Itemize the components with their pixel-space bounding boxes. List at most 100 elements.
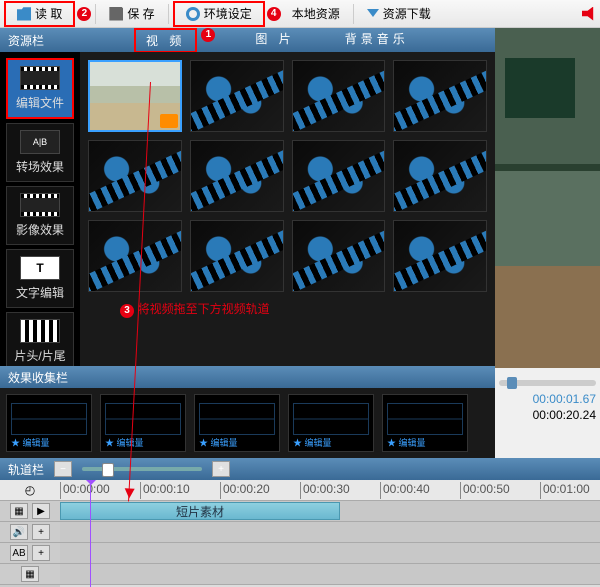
reel-icon xyxy=(293,141,385,211)
preview-total-time: 00:00:20.24 xyxy=(533,408,596,422)
effect-collect-header: 效果收集栏 xyxy=(0,366,495,388)
reel-icon xyxy=(293,221,385,291)
tab-video[interactable]: 视 频 xyxy=(134,28,197,53)
thumbnail-item[interactable] xyxy=(88,60,182,132)
time-ruler[interactable]: 00:00:00 00:00:10 00:00:20 00:00:30 00:0… xyxy=(60,480,600,501)
save-button[interactable]: 保 存 xyxy=(100,3,163,25)
thumbnail-item[interactable] xyxy=(292,220,386,292)
folder-icon xyxy=(17,7,31,21)
collect-item[interactable] xyxy=(382,394,468,452)
zoom-in-button[interactable]: + xyxy=(212,461,230,477)
read-button-highlight: 读 取 xyxy=(4,1,75,27)
main-toolbar: 读 取 2 保 存 环境设定 4 本地资源 资源下载 xyxy=(0,0,600,28)
film-icon xyxy=(20,66,60,90)
thumbnail-item[interactable] xyxy=(393,140,487,212)
tab-bgm[interactable]: 背景音乐 xyxy=(335,28,419,53)
text-track[interactable] xyxy=(60,543,600,564)
read-button[interactable]: 读 取 xyxy=(8,3,71,25)
separator xyxy=(168,4,169,24)
collect-item[interactable] xyxy=(100,394,186,452)
reel-icon xyxy=(394,141,486,211)
thumbnail-item[interactable] xyxy=(393,60,487,132)
play-icon[interactable]: ▶ xyxy=(32,503,50,519)
thumbnail-item[interactable] xyxy=(393,220,487,292)
text-icon: T xyxy=(20,256,60,280)
thumbnail-item[interactable] xyxy=(292,60,386,132)
speaker-icon[interactable] xyxy=(582,7,596,21)
sidebar-item-video-effect[interactable]: 影像效果 xyxy=(6,186,74,245)
download-button[interactable]: 资源下载 xyxy=(358,3,440,25)
tick: 00:01:00 xyxy=(540,482,590,499)
collect-item[interactable] xyxy=(6,394,92,452)
extra-track-icon[interactable]: ▦ xyxy=(21,566,39,582)
wave-icon xyxy=(293,403,369,435)
badge-2: 2 xyxy=(77,7,91,21)
thumbnail-item[interactable] xyxy=(88,220,182,292)
collect-item[interactable] xyxy=(288,394,374,452)
sidebar-label: 片头/片尾 xyxy=(14,347,65,364)
extra-track[interactable] xyxy=(60,564,600,585)
tick: 00:00:40 xyxy=(380,482,430,499)
zoom-out-button[interactable]: − xyxy=(54,461,72,477)
download-label: 资源下载 xyxy=(383,5,431,22)
reel-icon xyxy=(191,141,283,211)
env-settings-button[interactable]: 环境设定 xyxy=(177,3,261,25)
sidebar-label: 影像效果 xyxy=(16,221,64,238)
local-resource-button[interactable]: 本地资源 xyxy=(283,3,349,25)
thumbnail-item[interactable] xyxy=(190,140,284,212)
tick: 00:00:30 xyxy=(300,482,350,499)
video-track[interactable]: 短片素材 xyxy=(60,501,600,522)
collect-title: 效果收集栏 xyxy=(8,369,68,386)
tab-image[interactable]: 图 片 xyxy=(245,28,304,53)
zoom-slider[interactable] xyxy=(82,467,202,471)
separator xyxy=(95,4,96,24)
add-icon[interactable]: + xyxy=(32,545,50,561)
preview-controls: 00:00:01.67 00:00:20.24 xyxy=(495,368,600,458)
thumbnail-item[interactable] xyxy=(88,140,182,212)
env-label: 环境设定 xyxy=(204,5,252,22)
separator xyxy=(353,4,354,24)
reel-icon xyxy=(394,221,486,291)
wave-icon xyxy=(105,403,181,435)
thumbnail-item[interactable] xyxy=(190,220,284,292)
env-button-highlight: 环境设定 xyxy=(173,1,265,27)
sidebar-label: 文字编辑 xyxy=(16,284,64,301)
resource-title: 资源栏 xyxy=(8,32,44,49)
camera-icon xyxy=(160,114,178,128)
text-track-icon[interactable]: AB xyxy=(10,545,28,561)
video-clip[interactable]: 短片素材 xyxy=(60,502,340,520)
sidebar-item-transition[interactable]: A|B 转场效果 xyxy=(6,123,74,182)
video-track-icon[interactable]: ▦ xyxy=(10,503,28,519)
video-track-label: ▦▶ xyxy=(0,501,60,522)
gear-icon xyxy=(186,7,200,21)
reel-icon xyxy=(89,141,181,211)
effect-icon xyxy=(20,193,60,217)
wave-icon xyxy=(199,403,275,435)
track-area[interactable]: 00:00:00 00:00:10 00:00:20 00:00:30 00:0… xyxy=(60,480,600,587)
audio-track[interactable] xyxy=(60,522,600,543)
sidebar-label: 转场效果 xyxy=(16,158,64,175)
collect-item[interactable] xyxy=(194,394,280,452)
add-icon[interactable]: + xyxy=(32,524,50,540)
sidebar-item-text-edit[interactable]: T 文字编辑 xyxy=(6,249,74,308)
thumbnail-grid xyxy=(80,52,495,366)
save-label: 保 存 xyxy=(127,5,154,22)
track-label-column: ◴ ▦▶ 🔊+ AB+ ▦ xyxy=(0,480,60,587)
preview-panel: 00:00:01.67 00:00:20.24 xyxy=(495,28,600,458)
sidebar-item-edit-file[interactable]: 编辑文件 xyxy=(6,58,74,119)
track-panel-header: 轨道栏 − + xyxy=(0,458,600,480)
sidebar-item-titles[interactable]: 片头/片尾 xyxy=(6,312,74,366)
read-label: 读 取 xyxy=(35,5,62,22)
thumbnail-item[interactable] xyxy=(292,140,386,212)
preview-seek-slider[interactable] xyxy=(499,380,596,386)
audio-track-icon[interactable]: 🔊 xyxy=(10,524,28,540)
wave-icon xyxy=(387,403,463,435)
playhead[interactable] xyxy=(90,480,91,587)
ruler-label: ◴ xyxy=(0,480,60,501)
extra-track-label: ▦ xyxy=(0,564,60,585)
local-label: 本地资源 xyxy=(292,5,340,22)
thumbnail-item[interactable] xyxy=(190,60,284,132)
preview-viewport[interactable] xyxy=(495,28,600,368)
reel-icon xyxy=(293,61,385,131)
clip-label: 短片素材 xyxy=(176,503,224,520)
